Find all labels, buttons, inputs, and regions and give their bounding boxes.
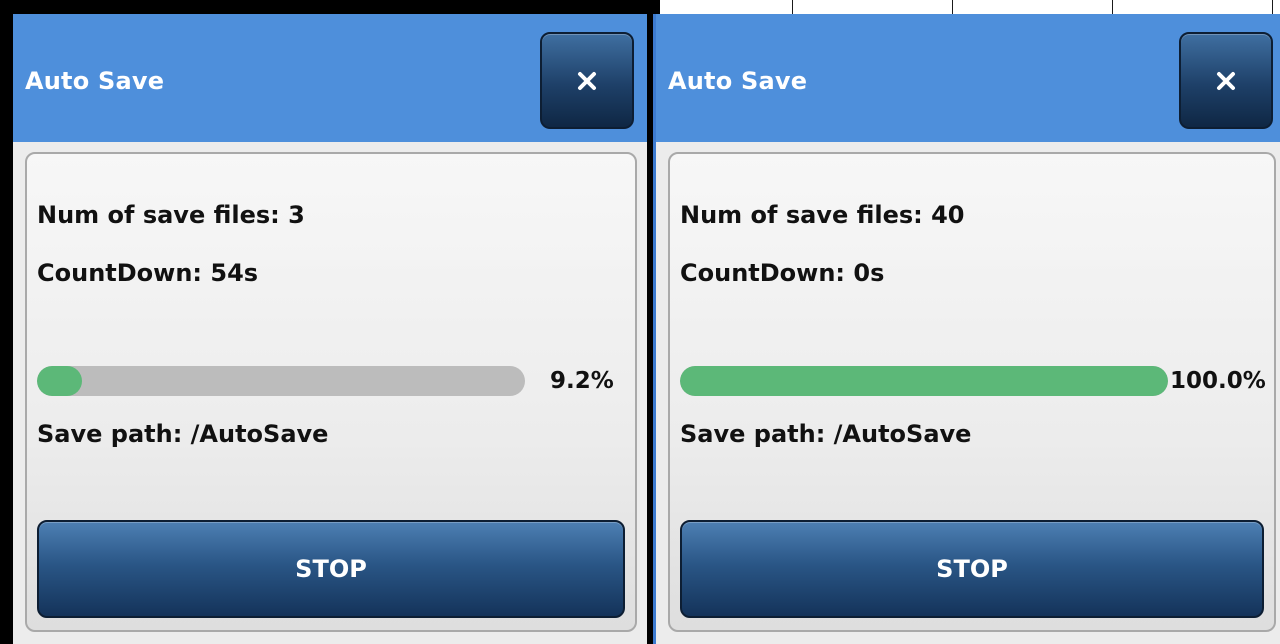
stop-button[interactable]: STOP <box>37 520 625 618</box>
stop-button[interactable]: STOP <box>680 520 1264 618</box>
close-button[interactable] <box>1179 32 1273 129</box>
save-files-count: Num of save files: 40 <box>680 201 965 229</box>
info-panel: Num of save files: 3 CountDown: 54s 9.2%… <box>25 152 637 632</box>
countdown-text: CountDown: 0s <box>680 259 885 287</box>
progress-fill <box>680 366 1168 396</box>
dialog-title: Auto Save <box>25 67 165 95</box>
progress-percent: 9.2% <box>550 368 614 394</box>
close-icon <box>1217 71 1235 90</box>
close-button[interactable] <box>540 32 634 129</box>
progress-bar <box>37 366 525 396</box>
dialog-title-bar: Auto Save <box>656 14 1280 142</box>
save-path: Save path: /AutoSave <box>680 420 972 448</box>
dialog-title: Auto Save <box>668 67 808 95</box>
save-path: Save path: /AutoSave <box>37 420 329 448</box>
dialog-body: Num of save files: 40 CountDown: 0s 100.… <box>656 142 1280 644</box>
save-files-count: Num of save files: 3 <box>37 201 305 229</box>
countdown-text: CountDown: 54s <box>37 259 259 287</box>
dialog-title-bar: Auto Save <box>13 14 647 142</box>
close-icon <box>578 71 596 90</box>
info-panel: Num of save files: 40 CountDown: 0s 100.… <box>668 152 1276 632</box>
auto-save-dialog: Auto Save Num of save files: 3 CountDown… <box>13 14 647 644</box>
progress-percent: 100.0% <box>1170 368 1266 394</box>
auto-save-dialog: Auto Save Num of save files: 40 CountDow… <box>653 14 1280 644</box>
progress-fill <box>37 366 82 396</box>
dialog-body: Num of save files: 3 CountDown: 54s 9.2%… <box>13 142 647 644</box>
progress-bar <box>680 366 1168 396</box>
